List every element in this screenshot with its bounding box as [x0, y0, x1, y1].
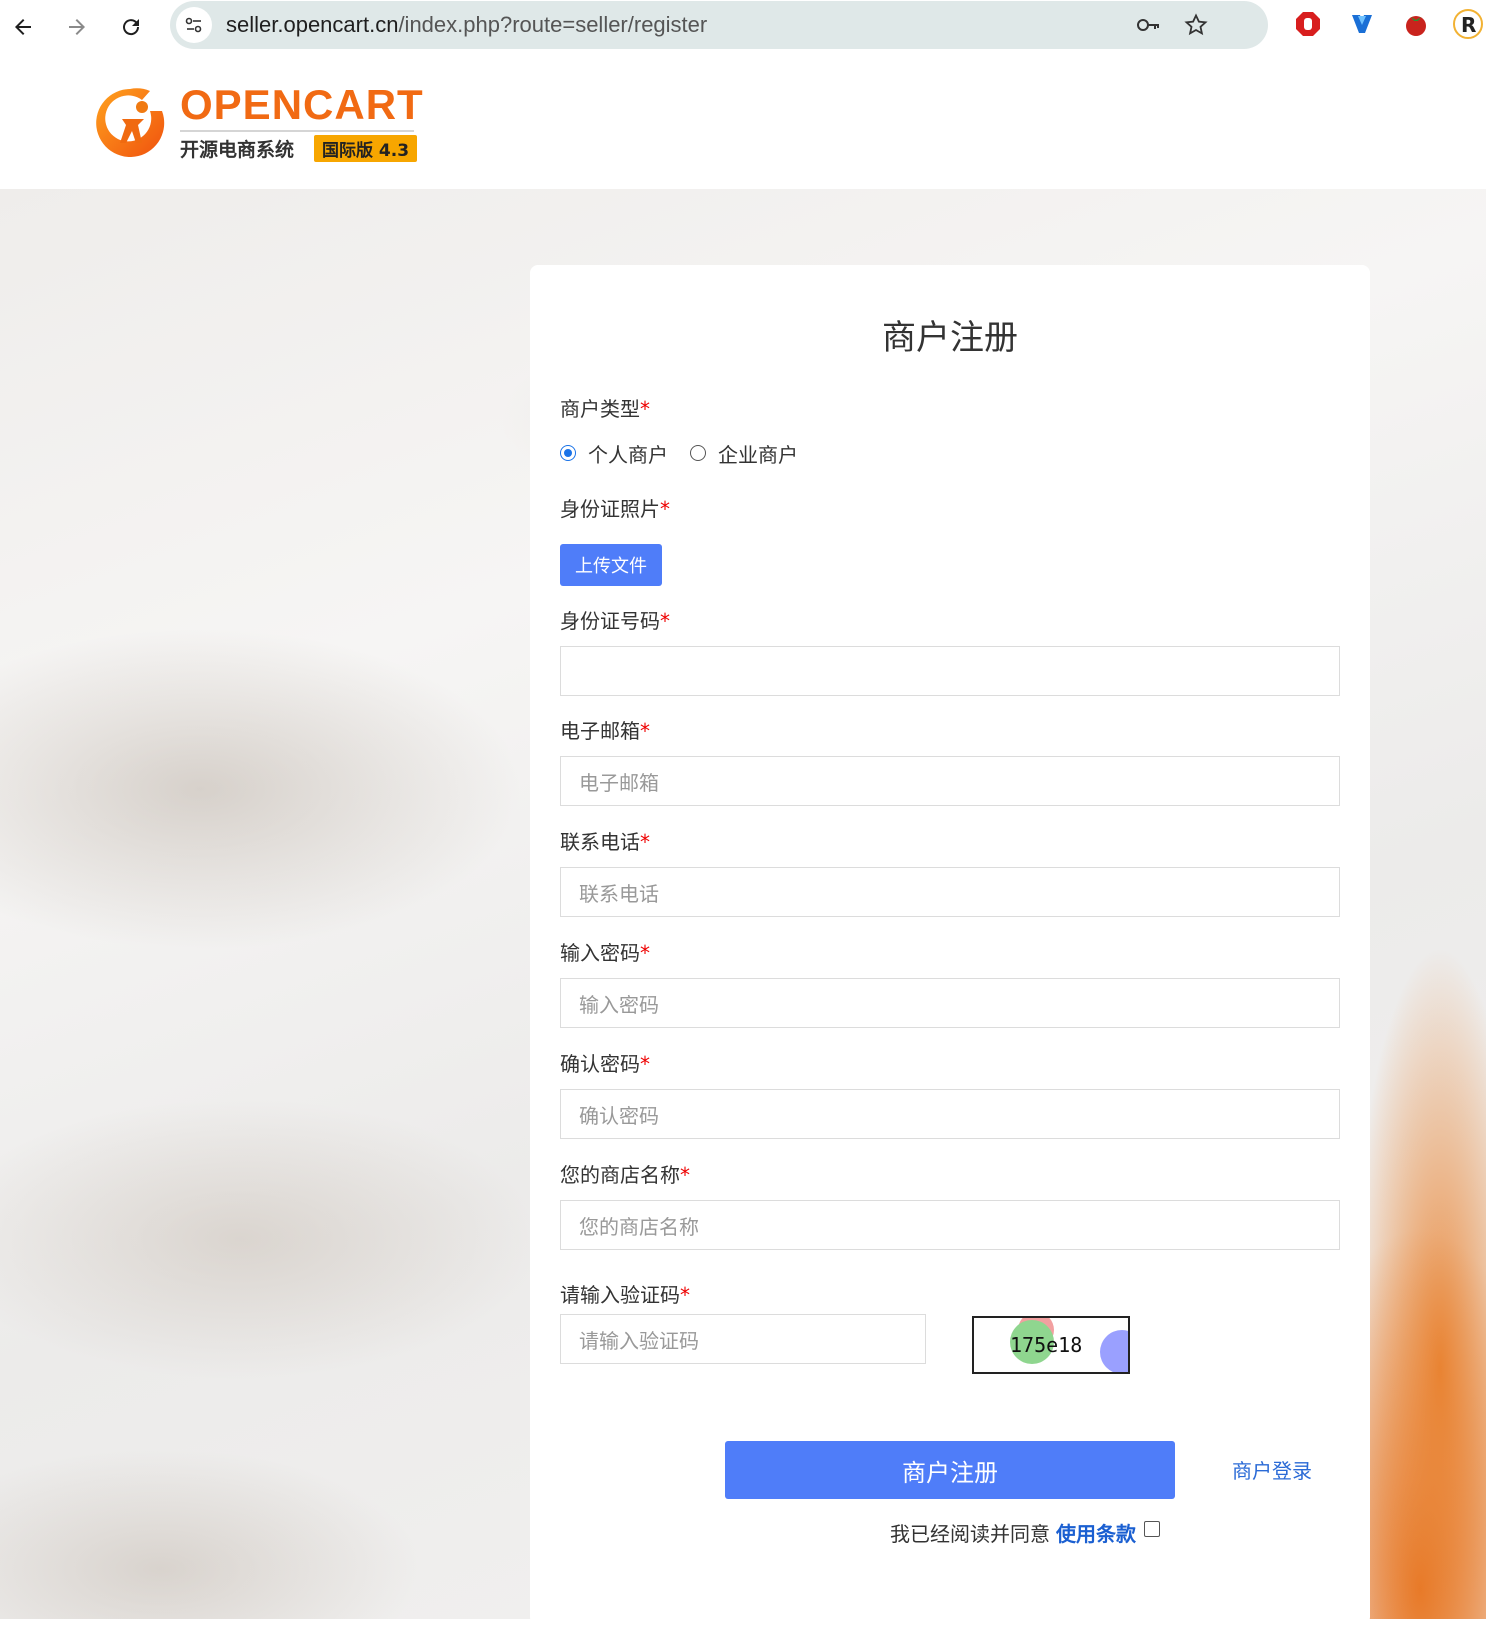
id-number-label: 身份证号码*	[560, 609, 670, 633]
captcha-image[interactable]: 175e18	[972, 1316, 1130, 1374]
password-key-icon[interactable]	[1134, 11, 1162, 39]
tune-icon	[185, 17, 202, 33]
email-label: 电子邮箱*	[560, 719, 650, 743]
merchant-type-group: 个人商户 企业商户	[560, 438, 798, 468]
agree-text: 我已经阅读并同意	[890, 1522, 1050, 1546]
arrow-left-icon	[15, 19, 31, 35]
captcha-input[interactable]: 请输入验证码	[560, 1314, 926, 1364]
tomato-extension-icon[interactable]	[1400, 8, 1432, 40]
radio-individual-label[interactable]: 个人商户	[588, 439, 668, 468]
merchant-type-label: 商户类型*	[560, 397, 650, 421]
back-button[interactable]	[6, 10, 40, 44]
adblock-extension-icon[interactable]	[1292, 8, 1324, 40]
logo-wordmark: OPENCART	[180, 81, 424, 128]
confirm-password-label: 确认密码*	[560, 1052, 650, 1076]
phone-input[interactable]: 联系电话	[560, 867, 1340, 917]
captcha-label: 请输入验证码*	[560, 1283, 690, 1307]
logo-subtitle: 开源电商系统	[180, 139, 295, 161]
captcha-code: 175e18	[1010, 1333, 1082, 1357]
terms-agreement: 我已经阅读并同意 使用条款	[890, 1518, 1160, 1547]
forward-button[interactable]	[60, 10, 94, 44]
reload-button[interactable]	[114, 10, 148, 44]
email-input[interactable]: 电子邮箱	[560, 756, 1340, 806]
url-text: seller.opencart.cn/index.php?route=selle…	[226, 12, 708, 37]
agree-checkbox[interactable]	[1144, 1520, 1160, 1537]
r-extension-icon[interactable]: R	[1452, 8, 1484, 40]
phone-label: 联系电话*	[560, 830, 650, 854]
password-label: 输入密码*	[560, 941, 650, 965]
register-card: 商户注册 商户类型* 个人商户 企业商户 身份证照片* 上传文件 身份证号码* …	[530, 265, 1370, 1625]
logo-divider	[180, 130, 414, 132]
password-input[interactable]: 输入密码	[560, 978, 1340, 1028]
browser-toolbar: seller.opencart.cn/index.php?route=selle…	[0, 0, 1486, 61]
svg-text:R: R	[1461, 13, 1476, 37]
page-title: 商户注册	[882, 318, 1018, 358]
vpn-extension-icon[interactable]	[1346, 8, 1378, 40]
arrow-right-icon	[69, 19, 85, 35]
store-name-input[interactable]: 您的商店名称	[560, 1200, 1340, 1250]
confirm-password-input[interactable]: 确认密码	[560, 1089, 1340, 1139]
logo-version-badge: 国际版 4.3	[314, 135, 418, 162]
radio-individual[interactable]	[560, 445, 576, 461]
register-submit-button[interactable]: 商户注册	[725, 1441, 1175, 1499]
id-number-input[interactable]	[560, 646, 1340, 696]
opencart-logo[interactable]: OPENCART 开源电商系统 国际版 4.3	[92, 81, 423, 165]
bookmark-star-icon[interactable]	[1182, 11, 1210, 39]
address-bar[interactable]: seller.opencart.cn/index.php?route=selle…	[170, 1, 1268, 49]
store-name-label: 您的商店名称*	[560, 1163, 690, 1187]
id-photo-label: 身份证照片*	[560, 497, 670, 521]
terms-link[interactable]: 使用条款	[1056, 1518, 1136, 1547]
merchant-login-link[interactable]: 商户登录	[1232, 1455, 1312, 1484]
upload-file-button[interactable]: 上传文件	[560, 544, 662, 586]
site-info-button[interactable]	[176, 7, 212, 43]
radio-enterprise[interactable]	[690, 445, 706, 461]
radio-enterprise-label[interactable]: 企业商户	[718, 439, 798, 468]
logo-mark-icon	[96, 88, 165, 157]
reload-icon	[123, 19, 140, 36]
